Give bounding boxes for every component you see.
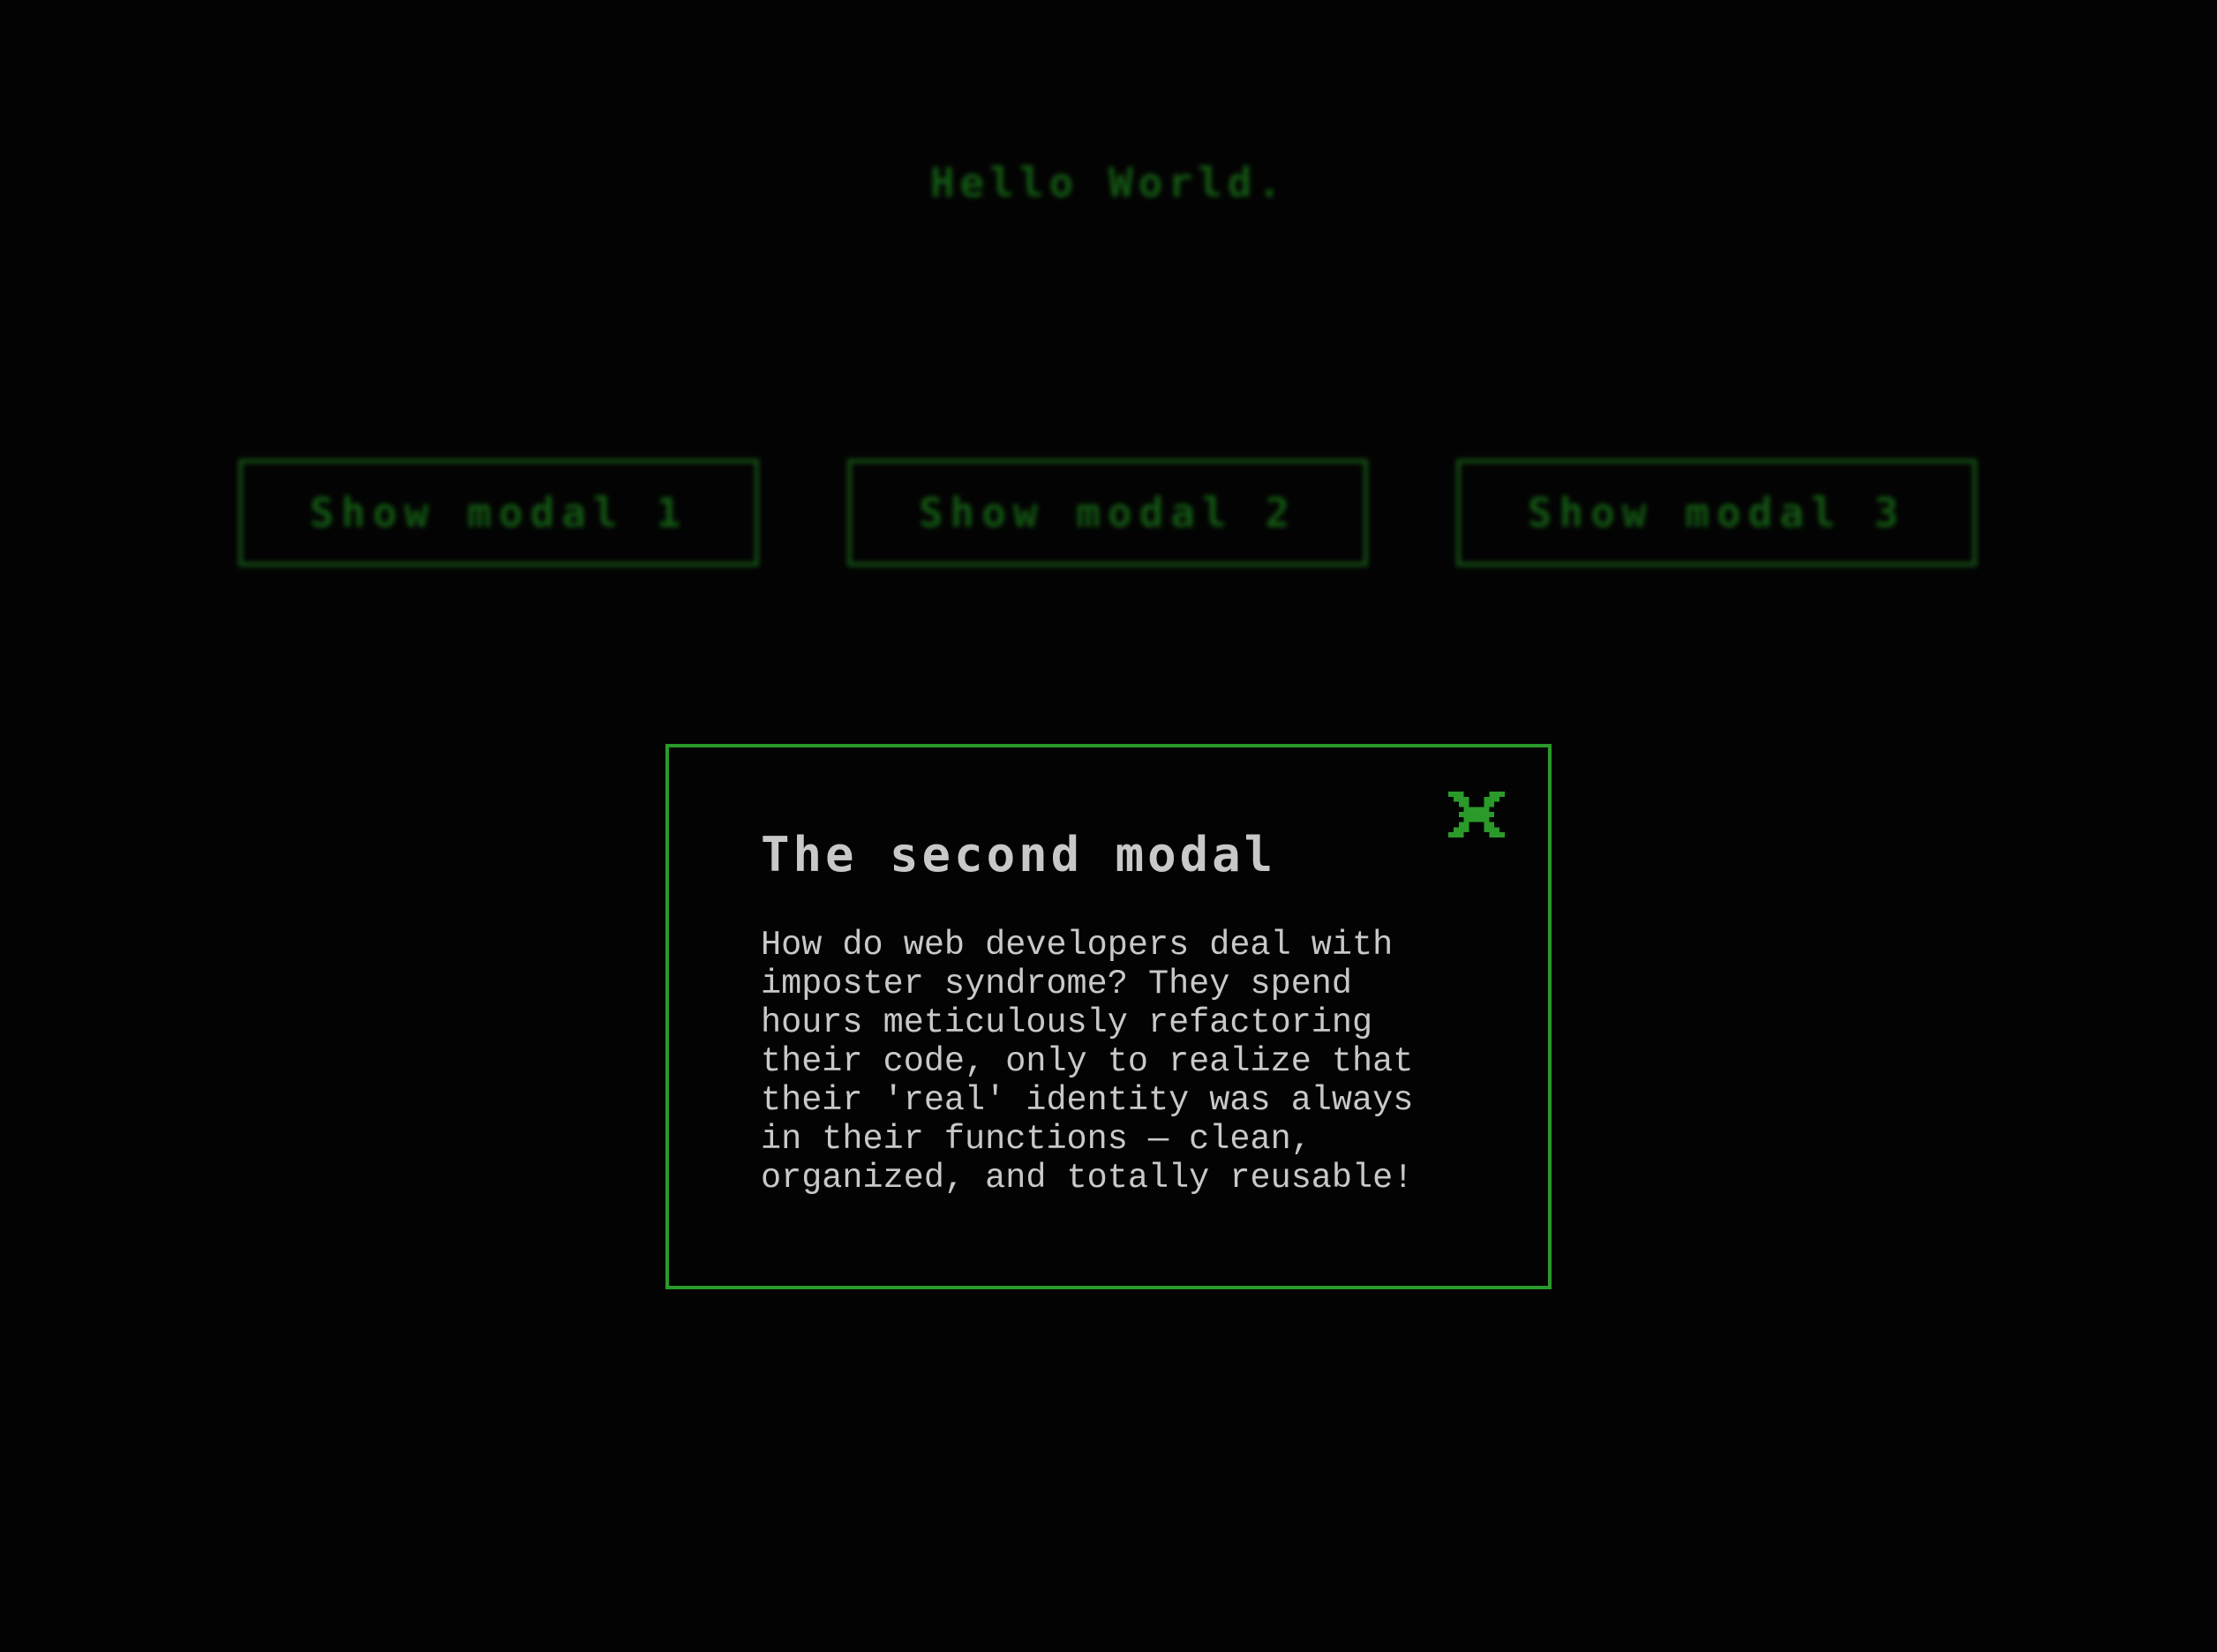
close-button[interactable]	[1446, 790, 1507, 839]
show-modal-1-button[interactable]: Show modal 1	[238, 459, 759, 567]
page-title: Hello World.	[929, 159, 1288, 206]
modal-title: The second modal	[761, 827, 1277, 882]
show-modal-2-button[interactable]: Show modal 2	[847, 459, 1368, 567]
modal-body-text: How do web developers deal with imposter…	[761, 926, 1414, 1198]
close-icon	[1448, 792, 1505, 837]
modal-dialog: The second modal How do web developers d…	[665, 744, 1552, 1289]
show-modal-3-button[interactable]: Show modal 3	[1456, 459, 1977, 567]
